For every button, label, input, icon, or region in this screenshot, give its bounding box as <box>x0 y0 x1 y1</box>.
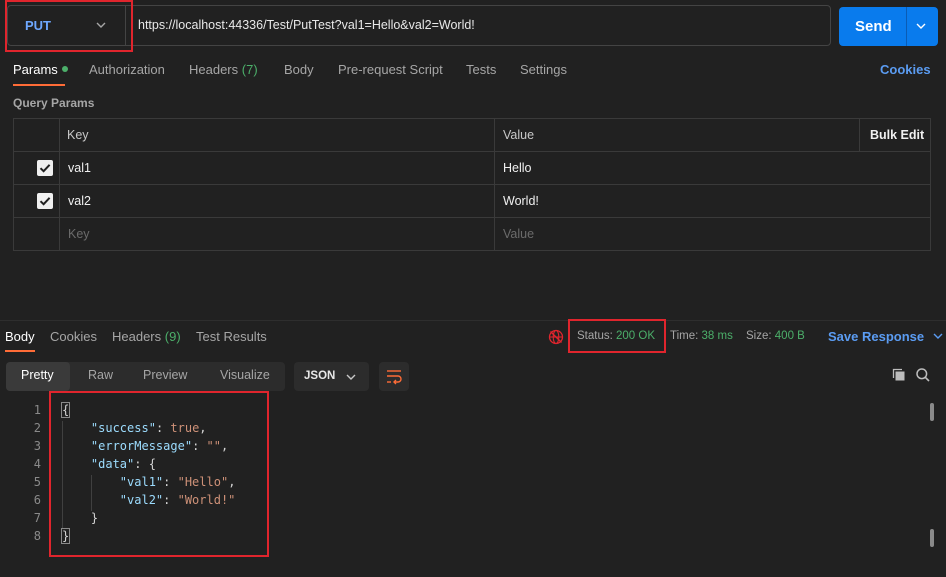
row-checkbox[interactable] <box>37 193 53 209</box>
bulk-edit-label: Bulk Edit <box>870 128 925 142</box>
view-visualize[interactable]: Visualize <box>220 368 270 382</box>
tab-headers-count: (7) <box>241 62 258 77</box>
tab-tests[interactable]: Tests <box>466 62 496 77</box>
wrap-lines-icon <box>387 370 402 385</box>
param-key[interactable]: val2 <box>68 194 91 208</box>
size-label: Size: <box>746 330 772 342</box>
time-indicator[interactable]: Time: 38 ms <box>670 330 733 342</box>
status-highlight-box <box>568 319 666 353</box>
tab-headers[interactable]: Headers (7) <box>189 62 258 77</box>
view-pretty[interactable]: Pretty <box>21 368 54 382</box>
table-header-row: Key Value Bulk Edit <box>14 119 930 152</box>
new-key-input[interactable]: Key <box>68 227 90 241</box>
param-value[interactable]: World! <box>503 194 539 208</box>
param-key[interactable]: val1 <box>68 161 91 175</box>
line-number: 5 <box>33 475 41 489</box>
scrollbar-bottom[interactable] <box>930 529 934 547</box>
send-options-chevron-icon[interactable] <box>915 20 927 32</box>
view-mode-selector: Pretty Raw Preview Visualize <box>6 362 285 391</box>
url-input[interactable]: https://localhost:44336/Test/PutTest?val… <box>138 18 475 32</box>
active-tab-underline <box>13 84 65 86</box>
response-body-highlight-box <box>49 391 269 557</box>
time-label: Time: <box>670 330 699 342</box>
response-tab-cookies[interactable]: Cookies <box>50 329 97 344</box>
table-row: val2 World! <box>14 185 930 218</box>
line-number: 8 <box>33 529 41 543</box>
send-label: Send <box>855 18 892 35</box>
view-raw[interactable]: Raw <box>88 368 113 382</box>
response-tab-body[interactable]: Body <box>5 329 35 344</box>
copy-icon[interactable] <box>891 367 907 383</box>
response-divider <box>0 320 946 321</box>
line-number: 3 <box>33 439 41 453</box>
line-number: 6 <box>33 493 41 507</box>
check-icon <box>39 164 51 173</box>
format-select[interactable]: JSON <box>294 362 369 391</box>
wrap-lines-button[interactable] <box>379 362 409 391</box>
tab-params[interactable]: Params <box>13 62 68 77</box>
line-number: 4 <box>33 457 41 471</box>
check-icon <box>39 197 51 206</box>
line-number: 2 <box>33 421 41 435</box>
response-tab-headers-count: (9) <box>164 329 181 344</box>
params-active-dot <box>61 66 68 72</box>
value-column-header: Value <box>503 128 535 142</box>
tab-body[interactable]: Body <box>284 62 314 77</box>
response-tab-underline <box>5 350 35 352</box>
request-tabs: Params Authorization Headers (7) Body Pr… <box>0 62 946 84</box>
response-tab-test-results[interactable]: Test Results <box>196 329 267 344</box>
new-value-input[interactable]: Value <box>503 227 534 241</box>
save-response-button[interactable]: Save Response <box>828 329 944 344</box>
scrollbar-top[interactable] <box>930 403 934 421</box>
line-number: 1 <box>33 403 41 417</box>
search-icon[interactable] <box>915 367 931 383</box>
view-preview[interactable]: Preview <box>143 368 187 382</box>
chevron-down-icon <box>346 374 356 380</box>
response-tab-headers[interactable]: Headers (9) <box>112 329 181 344</box>
tab-authorization[interactable]: Authorization <box>89 62 165 77</box>
table-row: val1 Hello <box>14 152 930 185</box>
response-tab-headers-label: Headers <box>112 329 162 344</box>
query-params-label: Query Params <box>13 96 95 110</box>
tab-pre-request-script[interactable]: Pre-request Script <box>338 62 443 77</box>
cookies-link[interactable]: Cookies <box>880 62 931 77</box>
line-number: 7 <box>33 511 41 525</box>
chevron-down-icon <box>933 333 943 339</box>
tab-params-label: Params <box>13 62 58 77</box>
save-response-label: Save Response <box>828 329 925 344</box>
tab-settings[interactable]: Settings <box>520 62 567 77</box>
size-value: 400 B <box>774 330 805 342</box>
row-checkbox[interactable] <box>37 160 53 176</box>
size-indicator[interactable]: Size: 400 B <box>746 330 805 342</box>
tab-headers-label: Headers <box>189 62 239 77</box>
method-highlight-box <box>5 0 133 52</box>
globe-icon[interactable] <box>548 329 564 345</box>
bulk-edit-button[interactable]: Bulk Edit <box>859 119 930 152</box>
key-column-header: Key <box>67 128 89 142</box>
send-divider <box>906 7 907 46</box>
table-row-empty: Key Value <box>14 218 930 251</box>
format-label: JSON <box>304 370 336 382</box>
time-value: 38 ms <box>701 330 733 342</box>
send-button[interactable]: Send <box>839 7 938 46</box>
query-params-table: Key Value Bulk Edit val1 Hello val2 Worl… <box>13 118 931 251</box>
param-value[interactable]: Hello <box>503 161 532 175</box>
